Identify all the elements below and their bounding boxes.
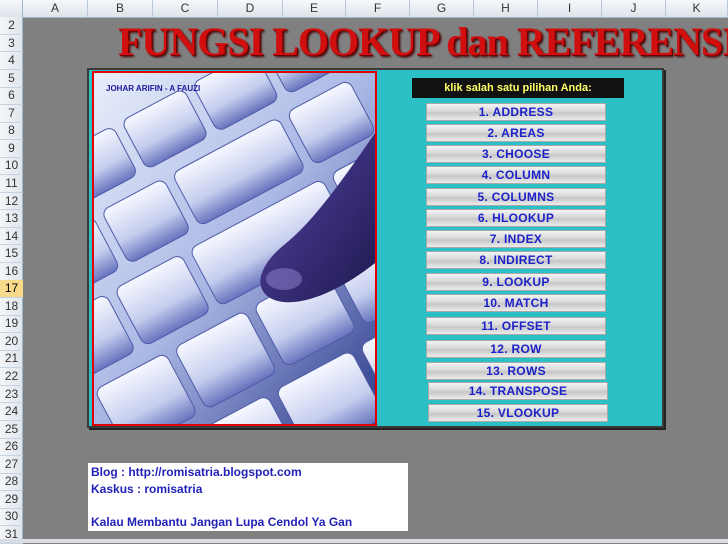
menu-button-transpose[interactable]: 14. TRANSPOSE bbox=[428, 382, 608, 400]
menu-button-areas[interactable]: 2. AREAS bbox=[426, 124, 606, 142]
menu-button-indirect[interactable]: 8. INDIRECT bbox=[426, 251, 606, 269]
row-header-7[interactable]: 7 bbox=[0, 105, 23, 123]
keyboard-image bbox=[94, 73, 375, 424]
menu-button-row[interactable]: 12. ROW bbox=[426, 340, 606, 358]
kaskus-id: Kaskus : romisatria bbox=[91, 482, 203, 496]
menu-button-address[interactable]: 1. ADDRESS bbox=[426, 103, 606, 121]
menu-button-lookup[interactable]: 9. LOOKUP bbox=[426, 273, 606, 291]
row-header-12[interactable]: 12 bbox=[0, 193, 23, 211]
row-header-29[interactable]: 29 bbox=[0, 491, 23, 509]
column-header-f[interactable]: F bbox=[346, 0, 410, 17]
row-header-30[interactable]: 30 bbox=[0, 508, 23, 527]
info-box: Blog : http://romisatria.blogspot.com Ka… bbox=[88, 463, 408, 531]
row-header: 2 3 4 5 6 7 8 9 10 11 12 13 14 15 16 17 18 19 20 21 22 23 24 25… bbox=[0, 17, 23, 544]
column-header: ABCDEFGHIJK bbox=[0, 0, 728, 18]
menu-button-offset[interactable]: 11. OFFSET bbox=[426, 317, 606, 335]
column-header-c[interactable]: C bbox=[153, 0, 218, 17]
menu-button-hlookup[interactable]: 6. HLOOKUP bbox=[426, 209, 606, 227]
menu-button-columns[interactable]: 5. COLUMNS bbox=[426, 188, 606, 206]
menu-button-rows[interactable]: 13. ROWS bbox=[426, 362, 606, 380]
row-header-21[interactable]: 21 bbox=[0, 350, 23, 369]
column-header-i[interactable]: I bbox=[538, 0, 602, 17]
row-header-25[interactable]: 25 bbox=[0, 421, 23, 439]
menu-button-choose[interactable]: 3. CHOOSE bbox=[426, 145, 606, 163]
menu-button-index[interactable]: 7. INDEX bbox=[426, 230, 606, 248]
row-header-13[interactable]: 13 bbox=[0, 210, 23, 228]
row-header-11[interactable]: 11 bbox=[0, 175, 23, 193]
select-all-corner[interactable] bbox=[0, 0, 23, 17]
keyboard-photo: JOHAR ARIFIN - A FAUZI bbox=[92, 71, 377, 426]
column-header-k[interactable]: K bbox=[666, 0, 728, 17]
row-header-8[interactable]: 8 bbox=[0, 122, 23, 141]
column-header-h[interactable]: H bbox=[474, 0, 538, 17]
menu-panel: JOHAR ARIFIN - A FAUZI klik salah satu p… bbox=[87, 68, 664, 428]
column-header-g[interactable]: G bbox=[410, 0, 474, 17]
column-header-e[interactable]: E bbox=[283, 0, 346, 17]
sheet-bottom-edge bbox=[0, 539, 728, 543]
menu-button-match[interactable]: 10. MATCH bbox=[426, 294, 606, 312]
menu-prompt: klik salah satu pilihan Anda: bbox=[412, 78, 624, 98]
column-header-b[interactable]: B bbox=[88, 0, 153, 17]
menu-button-column[interactable]: 4. COLUMN bbox=[426, 166, 606, 184]
column-header-a[interactable]: A bbox=[23, 0, 88, 17]
row-header-6[interactable]: 6 bbox=[0, 87, 23, 106]
row-header-10[interactable]: 10 bbox=[0, 157, 23, 176]
row-header-27[interactable]: 27 bbox=[0, 456, 23, 474]
row-header-17[interactable]: 17 bbox=[0, 280, 23, 299]
row-header-20[interactable]: 20 bbox=[0, 333, 23, 351]
row-header-5[interactable]: 5 bbox=[0, 70, 23, 88]
row-header-22[interactable]: 22 bbox=[0, 368, 23, 386]
row-header-19[interactable]: 19 bbox=[0, 315, 23, 334]
row-header-2[interactable]: 2 bbox=[0, 17, 23, 35]
row-header-14[interactable]: 14 bbox=[0, 228, 23, 246]
row-header-3[interactable]: 3 bbox=[0, 35, 23, 53]
row-header-16[interactable]: 16 bbox=[0, 263, 23, 281]
row-header-24[interactable]: 24 bbox=[0, 403, 23, 421]
row-header-9[interactable]: 9 bbox=[0, 140, 23, 158]
row-header-26[interactable]: 26 bbox=[0, 438, 23, 457]
column-header-j[interactable]: J bbox=[602, 0, 666, 17]
row-header-18[interactable]: 18 bbox=[0, 298, 23, 316]
column-header-d[interactable]: D bbox=[218, 0, 283, 17]
page-title: FUNGSI LOOKUP dan REFERENSI bbox=[118, 19, 728, 64]
blog-link[interactable]: Blog : http://romisatria.blogspot.com bbox=[91, 465, 302, 479]
row-header-4[interactable]: 4 bbox=[0, 52, 23, 70]
cendol-message: Kalau Membantu Jangan Lupa Cendol Ya Gan bbox=[91, 515, 353, 529]
row-header-15[interactable]: 15 bbox=[0, 245, 23, 264]
author-credit: JOHAR ARIFIN - A FAUZI bbox=[106, 84, 201, 93]
menu-button-vlookup[interactable]: 15. VLOOKUP bbox=[428, 404, 608, 422]
row-header-28[interactable]: 28 bbox=[0, 473, 23, 492]
row-header-23[interactable]: 23 bbox=[0, 386, 23, 404]
